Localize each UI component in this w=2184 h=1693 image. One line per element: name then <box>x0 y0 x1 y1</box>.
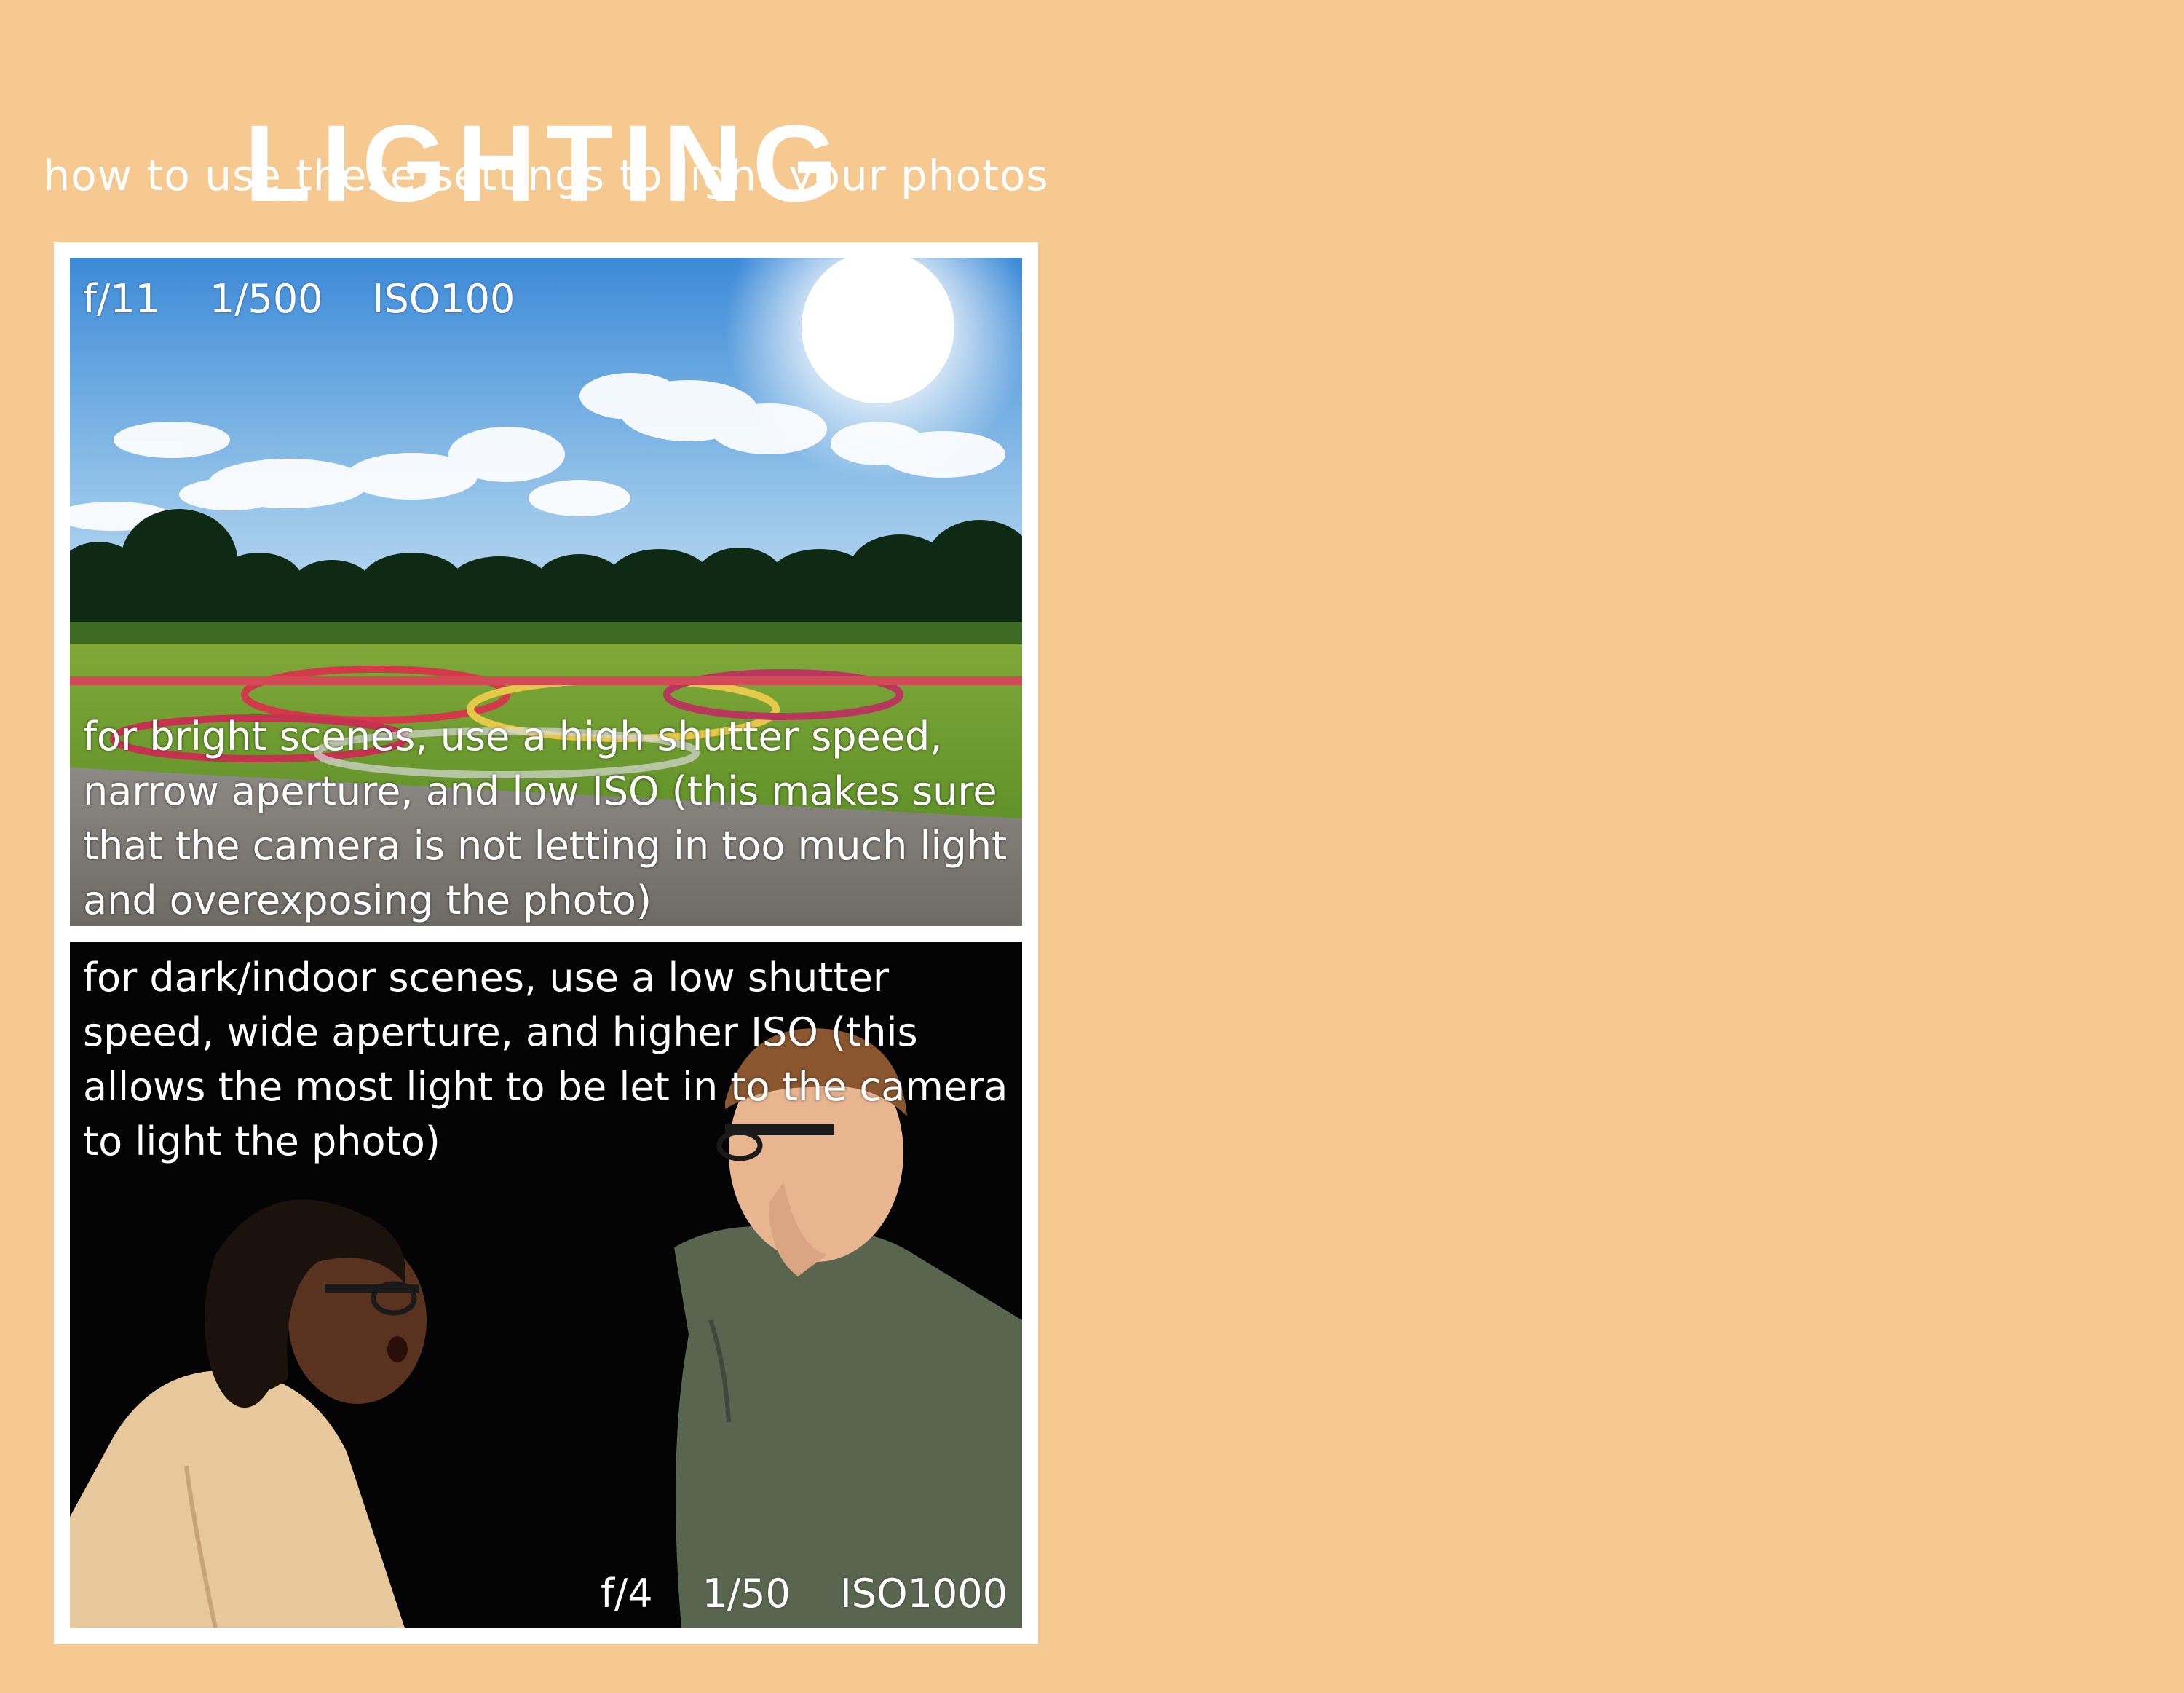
dark-scene-photo: for dark/indoor scenes, use a low shutte… <box>70 942 1022 1628</box>
bright-aperture: f/11 <box>83 276 160 322</box>
photo-frame: f/11 1/500 ISO100 for bright scenes, use a… <box>54 242 1038 1644</box>
dark-shutter: 1/50 <box>702 1571 791 1617</box>
bright-caption: for bright scenes, use a high shutter sp… <box>83 714 1008 923</box>
bright-shutter: 1/500 <box>209 276 323 322</box>
dark-iso: ISO1000 <box>839 1571 1008 1617</box>
bright-settings: f/11 1/500 ISO100 <box>83 280 564 319</box>
bright-iso: ISO100 <box>372 276 515 322</box>
dark-settings: f/4 1/50 ISO1000 <box>551 1574 1008 1614</box>
dark-caption: for dark/indoor scenes, use a low shutte… <box>83 955 1008 1164</box>
bright-scene-photo: f/11 1/500 ISO100 for bright scenes, use a… <box>70 258 1022 926</box>
dark-aperture: f/4 <box>601 1571 653 1617</box>
page-subtitle: how to use these settings to light your … <box>43 151 1049 200</box>
